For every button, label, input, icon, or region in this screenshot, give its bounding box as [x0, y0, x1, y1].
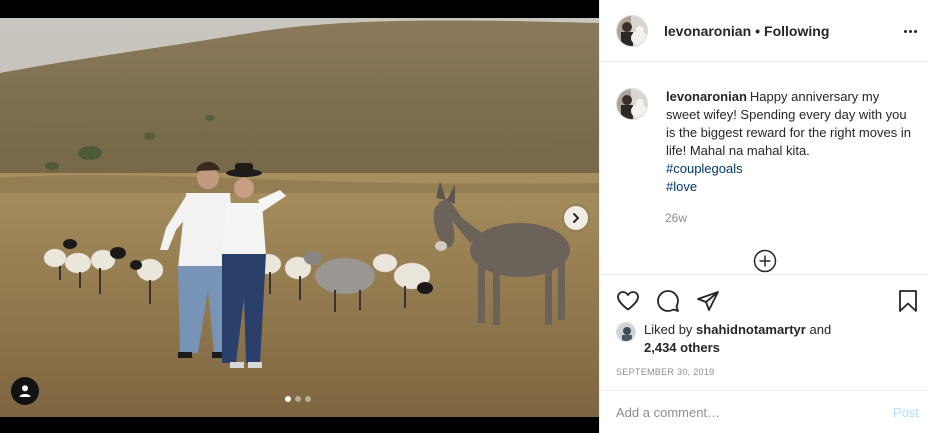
others-count-link[interactable]: 2,434 others [644, 340, 720, 355]
tagged-users-button[interactable] [11, 377, 39, 405]
post-side-panel: levonaronian • Following levonaronian Happy… [599, 0, 928, 433]
avatar-image [617, 323, 635, 341]
carousel-indicator [285, 396, 311, 402]
post-date[interactable]: SEPTEMBER 30, 2019 [616, 367, 714, 377]
plus-circle-icon [753, 249, 777, 273]
and-word: and [809, 322, 832, 337]
save-button[interactable] [896, 289, 920, 313]
comment-form: Post [600, 390, 928, 433]
comment-input[interactable] [616, 404, 893, 420]
carousel-dot [295, 396, 301, 402]
paper-plane-icon [697, 291, 719, 311]
hashtag-link[interactable]: #love [666, 178, 916, 196]
hashtag-link[interactable]: #couplegoals [666, 160, 916, 178]
caption-body: levonaronian Happy anniversary my sweet w… [666, 88, 916, 196]
share-button[interactable] [696, 289, 720, 313]
more-options-button[interactable] [901, 22, 919, 40]
comment-button[interactable] [656, 289, 680, 313]
post-age[interactable]: 26w [665, 211, 687, 225]
post-caption: levonaronian Happy anniversary my sweet w… [616, 88, 916, 196]
caption-author-avatar[interactable] [616, 88, 648, 120]
heart-icon [617, 291, 639, 311]
comment-icon [657, 290, 679, 312]
caption-username[interactable]: levonaronian [666, 89, 747, 104]
post-media[interactable] [0, 0, 599, 433]
post-actions: Liked by shahidnotamartyr and 2,434 othe… [600, 274, 928, 390]
likes-summary: Liked by shahidnotamartyr and 2,434 othe… [616, 321, 831, 357]
next-photo-button[interactable] [564, 206, 588, 230]
avatar-image [617, 89, 647, 119]
header-text: levonaronian • Following [664, 23, 829, 39]
action-icon-row [616, 289, 921, 313]
author-username[interactable]: levonaronian [664, 23, 751, 39]
author-avatar[interactable] [616, 14, 648, 47]
more-options-icon [903, 29, 917, 33]
carousel-dot [285, 396, 291, 402]
post-comment-button[interactable]: Post [893, 405, 919, 420]
avatar-image [617, 15, 647, 46]
post-photo [0, 18, 599, 417]
carousel-dot [305, 396, 311, 402]
likes-text: Liked by shahidnotamartyr and 2,434 othe… [644, 321, 831, 357]
bookmark-icon [899, 290, 917, 312]
user-tag-icon [19, 385, 31, 397]
load-more-comments-button[interactable] [753, 249, 777, 273]
liked-by-prefix: Liked by [644, 322, 693, 337]
following-button[interactable]: Following [764, 23, 829, 39]
liker-username[interactable]: shahidnotamartyr [696, 322, 806, 337]
liker-avatar[interactable] [616, 322, 636, 342]
like-button[interactable] [616, 289, 640, 313]
post-header: levonaronian • Following [600, 0, 928, 62]
separator-dot: • [755, 22, 761, 39]
chevron-right-icon [573, 213, 579, 223]
